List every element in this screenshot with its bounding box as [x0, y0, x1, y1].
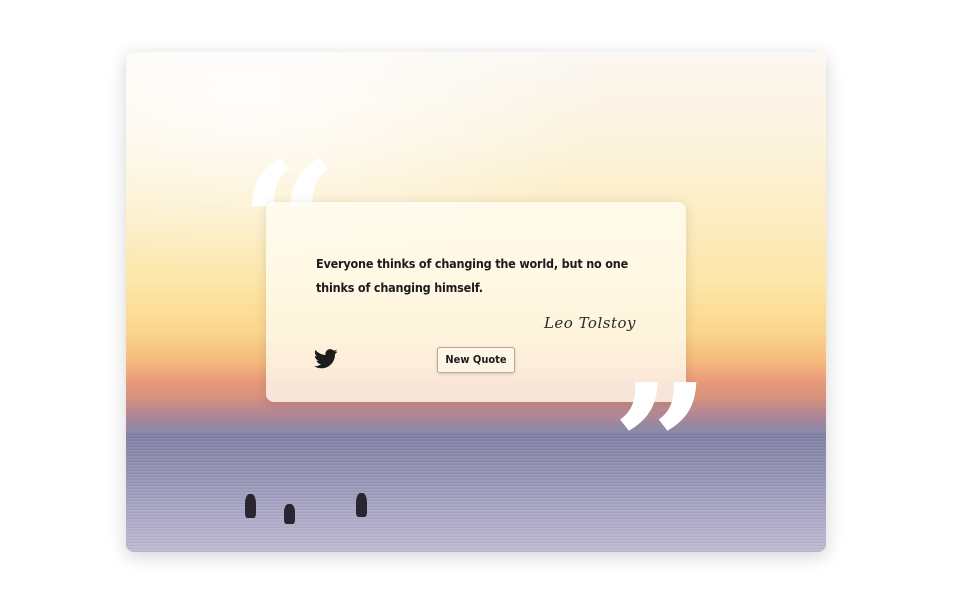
twitter-bird-glyph — [313, 349, 338, 369]
surfer-silhouette — [245, 494, 256, 518]
page: “ Everyone thinks of changing the world,… — [0, 0, 963, 603]
new-quote-button[interactable]: New Quote — [437, 347, 515, 373]
surfer-silhouette — [284, 504, 295, 524]
sea — [126, 432, 826, 552]
twitter-icon[interactable] — [313, 348, 338, 370]
surfer-silhouette — [356, 493, 367, 517]
close-quote-mark: ” — [612, 347, 710, 547]
quote-text: Everyone thinks of changing the world, b… — [316, 256, 629, 295]
quote-author: Leo Tolstoy — [543, 314, 636, 332]
